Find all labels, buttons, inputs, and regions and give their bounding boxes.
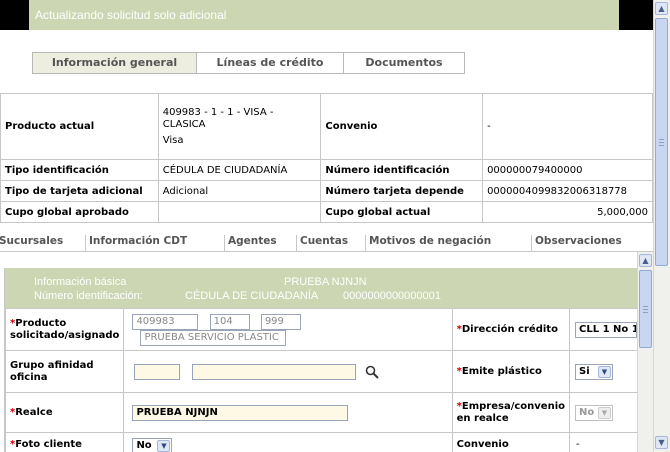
main-tabs: Información general Líneas de crédito Do… [32,52,465,74]
realce-field-label: *Realce [5,392,125,433]
table-row: Tipo de tarjeta adicional Adicional Núme… [0,180,653,202]
form-row: Grupo afinidad oficina *Emite plástico S… [5,350,637,393]
info-basica-name: PRUEBA NJNJN [284,276,367,288]
producto-code3-input[interactable]: 999 [260,313,301,330]
convenio-field-value: - [569,432,637,452]
convenio-value: - [482,93,653,160]
detail-tabs: Sucursales Información CDT Agentes Cuent… [0,232,653,252]
info-basica-id-number: 0000000000000001 [343,290,441,302]
grupo-code-input[interactable] [134,363,181,380]
numero-identificacion-label: Número identificación [320,159,484,181]
window-title: Actualizando solicitud solo adicional [35,8,227,22]
producto-code2-input[interactable]: 104 [209,313,250,330]
form-row: *Foto cliente No ▼ Convenio - [5,432,637,452]
tab-documentos[interactable]: Documentos [344,53,464,73]
tipo-identificacion-value: CÉDULA DE CIUDADANÍA [157,159,322,181]
foto-cliente-select[interactable]: No ▼ [132,438,173,452]
tab-sucursales[interactable]: Sucursales [0,235,63,251]
cupo-aprobado-label: Cupo global aprobado [0,201,159,223]
direccion-input[interactable]: CLL 1 No 1- [575,321,637,338]
form-row: *Realce PRUEBA NJNJN *Empresa/convenio e… [5,392,637,433]
convenio-label: Convenio [320,93,484,160]
empresa-cell: No ▼ [569,392,637,433]
emite-plastico-select[interactable]: Si ▼ [575,363,613,380]
panel-scrollbar-thumb[interactable] [639,270,652,348]
direccion-field-label: *Dirección crédito [451,308,571,351]
chevron-down-icon: ▼ [157,440,171,452]
page-scrollbar[interactable]: ▲ ▼ [653,0,670,452]
producto-field-label: *Producto solicitado/asignado [5,308,125,351]
empresa-field-label: *Empresa/convenio en realce [451,392,571,433]
tab-cuentas[interactable]: Cuentas [296,235,348,251]
empresa-realce-select[interactable]: No ▼ [575,404,613,421]
producto-actual-sub: Visa [162,135,184,146]
grupo-fields [123,350,453,393]
cupo-aprobado-value [157,201,322,223]
producto-actual-label: Producto actual [0,93,159,160]
panel-scroll-up-icon[interactable]: ▲ [639,254,652,267]
grupo-name-input[interactable] [191,363,356,380]
summary-table: Producto actual 409983 - 1 - 1 - VISA - … [0,93,653,223]
numero-tarjeta-value: 0000004099832006318778 [482,180,653,202]
cupo-actual-value: 5,000,000 [482,201,653,223]
form-row: *Producto solicitado/asignado 409983 104… [5,308,637,351]
tab-motivos-negacion[interactable]: Motivos de negación [365,235,491,251]
producto-code1-input[interactable]: 409983 [132,313,199,330]
tab-agentes[interactable]: Agentes [224,235,277,251]
producto-actual-cell: 409983 - 1 - 1 - VISA - CLASICA Visa [157,93,322,160]
tipo-tarjeta-label: Tipo de tarjeta adicional [0,180,159,202]
info-basica-id-label: Número identificación: [34,290,143,302]
cupo-actual-label: Cupo global actual [320,201,484,223]
panel-scrollbar[interactable]: ▲ [637,252,653,452]
info-basica-title: Información básica [34,276,127,288]
tipo-identificacion-label: Tipo identificación [0,159,159,181]
grupo-field-label: Grupo afinidad oficina [5,350,125,393]
tab-lineas-credito[interactable]: Líneas de crédito [197,53,344,73]
emite-field-label: *Emite plástico [451,350,571,393]
basic-info-form: *Producto solicitado/asignado 409983 104… [5,308,637,452]
tipo-tarjeta-value: Adicional [157,180,322,202]
foto-cell: No ▼ [123,432,453,452]
realce-cell: PRUEBA NJNJN [123,392,453,433]
producto-actual-value: 409983 - 1 - 1 - VISA - CLASICA [162,107,274,130]
scrollbar-thumb[interactable] [655,18,668,266]
info-basica-header: Información básica PRUEBA NJNJN Número i… [5,268,637,308]
producto-name-input[interactable]: PRUEBA SERVICIO PLASTIC [140,329,287,346]
table-row: Tipo identificación CÉDULA DE CIUDADANÍA… [0,159,653,181]
info-basica-id-type: CÉDULA DE CIUDADANÍA [185,290,319,302]
scroll-up-arrow-icon[interactable]: ▲ [655,2,668,15]
chevron-down-icon: ▼ [598,365,611,378]
foto-field-label: *Foto cliente [5,432,125,452]
direccion-cell: CLL 1 No 1- [569,308,637,351]
chevron-down-icon: ▼ [598,406,611,419]
tab-informacion-general[interactable]: Información general [33,53,197,73]
basic-info-panel: Información básica PRUEBA NJNJN Número i… [4,268,637,452]
convenio-field-label: Convenio [451,432,571,452]
title-bar-inner: Actualizando solicitud solo adicional [29,0,619,30]
emite-cell: Si ▼ [569,350,637,393]
tab-informacion-cdt[interactable]: Información CDT [85,235,187,251]
numero-tarjeta-label: Número tarjeta depende [320,180,484,202]
numero-identificacion-value: 000000079400000 [482,159,653,181]
magnifier-icon[interactable] [365,365,379,379]
realce-input[interactable]: PRUEBA NJNJN [132,404,349,421]
scroll-down-arrow-icon[interactable]: ▼ [655,436,668,449]
tab-observaciones[interactable]: Observaciones [531,235,622,251]
title-bar: Actualizando solicitud solo adicional [0,0,670,30]
table-row: Producto actual 409983 - 1 - 1 - VISA - … [0,93,653,160]
table-row: Cupo global aprobado Cupo global actual … [0,201,653,223]
producto-fields: 409983 104 999 PRUEBA SERVICIO PLASTIC [123,308,453,351]
